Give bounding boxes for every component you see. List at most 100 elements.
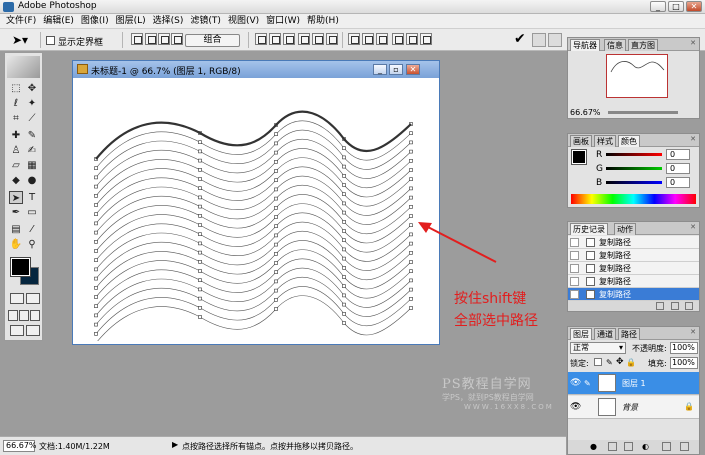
anchor-point[interactable] (342, 302, 346, 307)
anchor-point[interactable] (198, 278, 202, 282)
tab-styles[interactable]: 样式 (594, 135, 616, 147)
anchor-point[interactable] (198, 241, 202, 246)
copied-path[interactable] (95, 240, 412, 288)
anchor-point[interactable] (274, 169, 278, 173)
copied-path[interactable] (95, 120, 412, 169)
layer-style-icon[interactable]: ● (590, 442, 597, 451)
clone-stamp-tool-icon[interactable]: ♙ (9, 144, 23, 157)
tab-layers[interactable]: 图层 (570, 328, 592, 340)
anchor-point[interactable] (94, 175, 98, 180)
copied-path[interactable] (95, 185, 412, 233)
copied-path[interactable] (95, 175, 412, 224)
history-item[interactable]: 复制路径 (568, 262, 699, 275)
anchor-point[interactable] (198, 269, 202, 273)
menu-file[interactable]: 文件(F) (6, 14, 36, 28)
commit-check-icon[interactable]: ✔ (514, 31, 526, 47)
anchor-point[interactable] (342, 238, 346, 242)
document-title-bar[interactable]: 未标题-1 @ 66.7% (图层 1, RGB/8) _ ▫ ✕ (73, 61, 439, 78)
tab-color[interactable]: 颜色 (618, 135, 640, 147)
anchor-point[interactable] (274, 141, 278, 146)
show-bbox-checkbox[interactable] (46, 36, 55, 45)
menu-filter[interactable]: 滤镜(T) (190, 14, 221, 28)
anchor-point[interactable] (409, 159, 413, 163)
history-brush-tool-icon[interactable]: ✍ (25, 144, 39, 157)
anchor-point[interactable] (342, 229, 346, 233)
history-item[interactable]: 复制路径 (568, 236, 699, 249)
lock-all-icon[interactable]: 🔒 (626, 358, 636, 367)
jump-to-imageready-icon[interactable] (10, 325, 24, 336)
anchor-point[interactable] (274, 307, 278, 311)
layer-mask-icon[interactable] (608, 442, 617, 451)
distribute-right-icon[interactable] (420, 33, 432, 45)
anchor-point[interactable] (94, 221, 98, 226)
healing-brush-tool-icon[interactable]: ✚ (9, 129, 23, 142)
palette-close-icon[interactable]: ✕ (689, 329, 697, 337)
trash-icon[interactable] (680, 442, 689, 451)
opacity-input[interactable]: 100% (670, 342, 698, 354)
gradient-tool-icon[interactable]: ▦ (25, 159, 39, 172)
anchor-point[interactable] (274, 187, 278, 192)
copied-path[interactable] (95, 166, 412, 215)
notes-tool-icon[interactable]: ▤ (9, 223, 23, 236)
anchor-point[interactable] (274, 196, 278, 201)
layer-set-icon[interactable] (624, 442, 633, 451)
file-browser-icon[interactable] (532, 33, 546, 47)
slice-tool-icon[interactable]: ⟋ (25, 112, 39, 125)
anchor-point[interactable] (198, 287, 202, 292)
history-snapshot-checkbox[interactable] (570, 264, 579, 273)
foreground-color-swatch[interactable] (10, 257, 31, 277)
anchor-point[interactable] (94, 166, 98, 170)
eraser-tool-icon[interactable]: ▱ (9, 159, 23, 172)
anchor-point[interactable] (94, 276, 98, 281)
anchor-point[interactable] (342, 146, 346, 150)
anchor-point[interactable] (94, 295, 98, 299)
doc-minimize-button[interactable]: _ (373, 64, 387, 75)
quick-mask-mode-icon[interactable] (26, 293, 40, 304)
history-snapshot-checkbox[interactable] (570, 251, 579, 260)
anchor-point[interactable] (198, 140, 202, 145)
copied-path[interactable] (95, 129, 412, 178)
standard-mode-icon[interactable] (10, 293, 24, 304)
anchor-point[interactable] (409, 306, 413, 310)
blur-tool-icon[interactable]: ◆ (9, 174, 23, 187)
anchor-point[interactable] (342, 174, 346, 178)
history-item[interactable]: 复制路径 (568, 249, 699, 262)
palette-close-icon[interactable]: ✕ (689, 224, 697, 232)
anchor-point[interactable] (198, 296, 202, 301)
menu-edit[interactable]: 编辑(E) (43, 14, 74, 28)
palette-close-icon[interactable]: ✕ (689, 40, 697, 48)
channel-r-slider[interactable] (606, 153, 662, 156)
anchor-point[interactable] (94, 313, 98, 318)
eye-icon[interactable]: 👁 (570, 402, 581, 412)
adjustment-layer-icon[interactable]: ◐ (642, 442, 649, 451)
anchor-point[interactable] (409, 214, 413, 218)
anchor-point[interactable] (409, 195, 413, 200)
copied-path[interactable] (96, 295, 412, 341)
anchor-point[interactable] (94, 212, 98, 216)
menu-window[interactable]: 窗口(W) (266, 14, 300, 28)
new-document-icon[interactable] (656, 302, 664, 310)
align-vcenter-icon[interactable] (269, 33, 281, 45)
history-item-selected[interactable]: 复制路径 (568, 288, 699, 301)
status-arrow-icon[interactable]: ▶ (172, 440, 178, 449)
anchor-point[interactable] (94, 332, 98, 336)
anchor-point[interactable] (409, 140, 413, 145)
anchor-point[interactable] (198, 315, 202, 319)
add-shape-icon[interactable] (131, 33, 143, 45)
anchor-point[interactable] (198, 232, 202, 236)
lasso-tool-icon[interactable]: ℓ (9, 97, 23, 110)
anchor-point[interactable] (274, 252, 278, 256)
lock-transparency-icon[interactable] (594, 358, 602, 366)
anchor-point[interactable] (274, 270, 278, 274)
copied-path[interactable] (95, 267, 412, 316)
tab-history[interactable]: 历史记录 (570, 223, 608, 235)
tab-actions[interactable]: 动作 (614, 223, 636, 235)
history-snapshot-checkbox[interactable] (570, 238, 579, 247)
anchor-point[interactable] (342, 293, 346, 298)
doc-close-button[interactable]: ✕ (406, 64, 420, 75)
color-fg-swatch[interactable] (571, 149, 587, 165)
anchor-point[interactable] (94, 304, 98, 308)
anchor-point[interactable] (198, 177, 202, 181)
path-selection-tool-icon[interactable]: ➤ (9, 191, 23, 204)
anchor-point[interactable] (409, 131, 413, 136)
